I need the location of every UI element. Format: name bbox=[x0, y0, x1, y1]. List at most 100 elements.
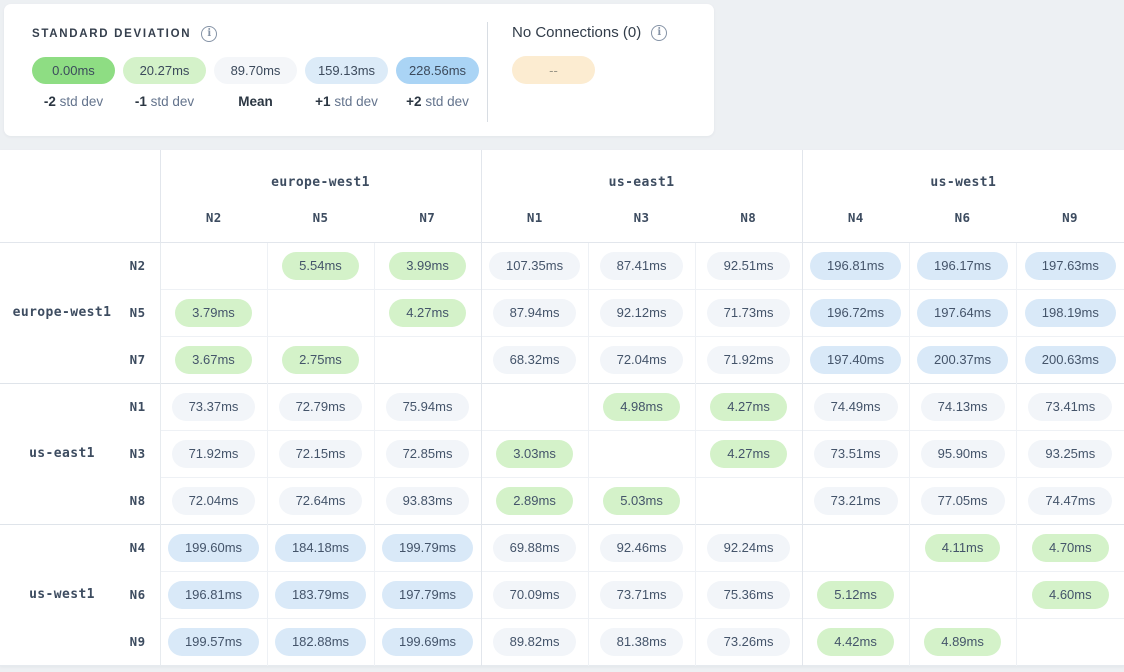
latency-cell: 93.25ms bbox=[1016, 430, 1124, 477]
latency-cell: 3.79ms bbox=[160, 289, 267, 336]
latency-cell bbox=[160, 242, 267, 289]
latency-cell: 73.41ms bbox=[1016, 383, 1124, 430]
latency-cell bbox=[802, 524, 909, 571]
latency-cell: 196.81ms bbox=[802, 242, 909, 289]
latency-cell: 196.72ms bbox=[802, 289, 909, 336]
latency-cell: 199.79ms bbox=[374, 524, 481, 571]
latency-cell: 72.15ms bbox=[267, 430, 374, 477]
std-dev-pill-row: 0.00ms 20.27ms 89.70ms 159.13ms 228.56ms bbox=[32, 57, 487, 84]
std-dev-label-plus2: +2 std dev bbox=[396, 94, 479, 109]
latency-cell: 72.85ms bbox=[374, 430, 481, 477]
latency-cell bbox=[588, 430, 695, 477]
std-dev-label-plus1: +1 std dev bbox=[305, 94, 388, 109]
latency-cell: 4.27ms bbox=[695, 383, 802, 430]
latency-cell bbox=[909, 571, 1016, 618]
std-dev-label-minus1: -1 std dev bbox=[123, 94, 206, 109]
row-header-n7: N7 bbox=[114, 336, 160, 383]
row-group-label: us-east1 bbox=[0, 383, 114, 524]
latency-cell bbox=[267, 289, 374, 336]
latency-cell bbox=[1016, 618, 1124, 665]
row-header-n6: N6 bbox=[114, 571, 160, 618]
latency-cell: 4.70ms bbox=[1016, 524, 1124, 571]
row-group-us-east1: us-east1 N1 73.37ms 72.79ms 75.94ms 4.98… bbox=[0, 383, 1124, 524]
latency-cell: 184.18ms bbox=[267, 524, 374, 571]
table-row: N7 3.67ms 2.75ms 68.32ms 72.04ms 71.92ms… bbox=[0, 336, 1124, 383]
latency-cell: 183.79ms bbox=[267, 571, 374, 618]
latency-cell: 3.99ms bbox=[374, 242, 481, 289]
latency-cell: 199.69ms bbox=[374, 618, 481, 665]
latency-cell: 92.46ms bbox=[588, 524, 695, 571]
row-header-n3: N3 bbox=[114, 430, 160, 477]
latency-cell: 3.03ms bbox=[481, 430, 588, 477]
latency-cell: 69.88ms bbox=[481, 524, 588, 571]
latency-cell: 199.60ms bbox=[160, 524, 267, 571]
col-group-europe-west1: europe-west1 bbox=[160, 150, 481, 197]
row-group-label: europe-west1 bbox=[0, 242, 114, 383]
row-group-label: us-west1 bbox=[0, 524, 114, 665]
latency-cell: 5.12ms bbox=[802, 571, 909, 618]
latency-matrix: europe-west1 us-east1 us-west1 N2 N5 N7 … bbox=[0, 150, 1124, 666]
col-header-n7: N7 bbox=[374, 197, 481, 242]
table-row: N5 3.79ms 4.27ms 87.94ms 92.12ms 71.73ms… bbox=[0, 289, 1124, 336]
latency-cell: 4.11ms bbox=[909, 524, 1016, 571]
table-row: europe-west1 N2 5.54ms 3.99ms 107.35ms 8… bbox=[0, 242, 1124, 289]
latency-cell: 68.32ms bbox=[481, 336, 588, 383]
latency-cell: 71.92ms bbox=[695, 336, 802, 383]
latency-cell: 81.38ms bbox=[588, 618, 695, 665]
latency-cell: 72.04ms bbox=[588, 336, 695, 383]
column-node-header-row: N2 N5 N7 N1 N3 N8 N4 N6 N9 bbox=[0, 197, 1124, 242]
latency-cell: 4.27ms bbox=[374, 289, 481, 336]
table-row: N8 72.04ms 72.64ms 93.83ms 2.89ms 5.03ms… bbox=[0, 477, 1124, 524]
col-header-n6: N6 bbox=[909, 197, 1016, 242]
latency-cell: 4.60ms bbox=[1016, 571, 1124, 618]
row-group-us-west1: us-west1 N4 199.60ms 184.18ms 199.79ms 6… bbox=[0, 524, 1124, 665]
latency-cell: 71.92ms bbox=[160, 430, 267, 477]
col-header-n8: N8 bbox=[695, 197, 802, 242]
table-row: N9 199.57ms 182.88ms 199.69ms 89.82ms 81… bbox=[0, 618, 1124, 665]
std-dev-label-row: -2 std dev -1 std dev Mean +1 std dev +2… bbox=[32, 94, 487, 109]
latency-cell: 197.40ms bbox=[802, 336, 909, 383]
latency-cell: 92.12ms bbox=[588, 289, 695, 336]
std-dev-pill-plus1: 159.13ms bbox=[305, 57, 388, 84]
latency-cell: 77.05ms bbox=[909, 477, 1016, 524]
latency-cell: 74.49ms bbox=[802, 383, 909, 430]
table-row: N6 196.81ms 183.79ms 197.79ms 70.09ms 73… bbox=[0, 571, 1124, 618]
latency-cell bbox=[695, 477, 802, 524]
latency-cell: 200.37ms bbox=[909, 336, 1016, 383]
std-dev-pill-minus1: 20.27ms bbox=[123, 57, 206, 84]
latency-cell: 198.19ms bbox=[1016, 289, 1124, 336]
latency-cell: 71.73ms bbox=[695, 289, 802, 336]
latency-cell: 95.90ms bbox=[909, 430, 1016, 477]
latency-cell: 72.04ms bbox=[160, 477, 267, 524]
no-connections-title: No Connections (0) bbox=[512, 24, 641, 41]
legend-card: STANDARD DEVIATION i 0.00ms 20.27ms 89.7… bbox=[4, 4, 714, 136]
column-group-header-row: europe-west1 us-east1 us-west1 bbox=[0, 150, 1124, 197]
row-group-europe-west1: europe-west1 N2 5.54ms 3.99ms 107.35ms 8… bbox=[0, 242, 1124, 383]
col-header-n2: N2 bbox=[160, 197, 267, 242]
latency-cell: 4.98ms bbox=[588, 383, 695, 430]
col-header-n4: N4 bbox=[802, 197, 909, 242]
latency-cell: 92.51ms bbox=[695, 242, 802, 289]
latency-cell: 87.41ms bbox=[588, 242, 695, 289]
row-header-n2: N2 bbox=[114, 242, 160, 289]
std-dev-pill-mean: 89.70ms bbox=[214, 57, 297, 84]
latency-cell: 196.81ms bbox=[160, 571, 267, 618]
std-dev-section: STANDARD DEVIATION i 0.00ms 20.27ms 89.7… bbox=[4, 4, 487, 136]
row-header-n5: N5 bbox=[114, 289, 160, 336]
latency-cell: 197.64ms bbox=[909, 289, 1016, 336]
row-header-n4: N4 bbox=[114, 524, 160, 571]
latency-cell bbox=[374, 336, 481, 383]
std-dev-pill-minus2: 0.00ms bbox=[32, 57, 115, 84]
row-header-n9: N9 bbox=[114, 618, 160, 665]
latency-cell: 75.36ms bbox=[695, 571, 802, 618]
latency-cell: 107.35ms bbox=[481, 242, 588, 289]
latency-cell: 73.21ms bbox=[802, 477, 909, 524]
std-dev-title: STANDARD DEVIATION bbox=[32, 28, 191, 40]
info-icon[interactable]: i bbox=[651, 25, 667, 41]
latency-cell: 73.51ms bbox=[802, 430, 909, 477]
std-dev-label-minus2: -2 std dev bbox=[32, 94, 115, 109]
latency-cell: 92.24ms bbox=[695, 524, 802, 571]
info-icon[interactable]: i bbox=[201, 26, 217, 42]
table-row: N3 71.92ms 72.15ms 72.85ms 3.03ms 4.27ms… bbox=[0, 430, 1124, 477]
col-header-n9: N9 bbox=[1016, 197, 1124, 242]
